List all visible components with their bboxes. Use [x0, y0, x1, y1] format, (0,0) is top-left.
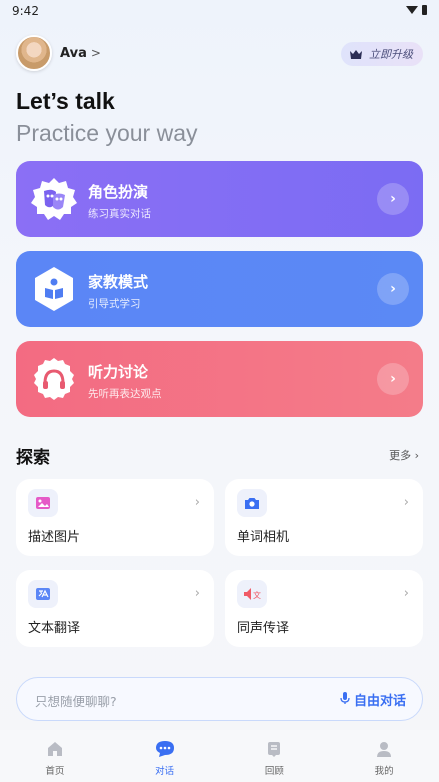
describe-image-card[interactable]: 描述图片 › — [16, 479, 214, 556]
profile-icon — [374, 739, 394, 759]
more-link[interactable]: 更多 › — [389, 447, 419, 463]
chevron-right-icon[interactable]: › — [377, 183, 409, 215]
battery-icon — [422, 5, 427, 15]
review-icon — [264, 739, 284, 759]
tutor-mode-title: 家教模式 — [88, 273, 149, 291]
tab-review-label: 回顾 — [264, 766, 284, 777]
chevron-right-icon[interactable]: › — [377, 273, 409, 305]
theater-masks-icon — [30, 175, 78, 223]
profile-link[interactable]: Ava > — [16, 35, 101, 71]
chevron-right-icon: › — [403, 586, 409, 601]
status-time: 9:42 — [12, 4, 39, 18]
listening-subtitle: 先听再表达观点 — [88, 388, 162, 400]
upgrade-button[interactable]: 立即升级 — [341, 42, 423, 66]
text-translate-label: 文本翻译 — [28, 621, 81, 636]
avatar[interactable] — [16, 35, 52, 71]
tutor-mode-card[interactable]: 家教模式 引导式学习 › — [16, 251, 423, 327]
text-translate-card[interactable]: 文本翻译 › — [16, 570, 214, 647]
chevron-right-icon: › — [403, 495, 409, 510]
listening-title: 听力讨论 — [88, 363, 149, 381]
speaker-translate-icon: 文 — [237, 580, 267, 608]
listening-discussion-card[interactable]: 听力讨论 先听再表达观点 › — [16, 341, 423, 417]
chevron-right-icon: › — [194, 586, 200, 601]
tab-profile[interactable]: 我的 — [329, 730, 439, 782]
headphones-icon — [30, 355, 78, 403]
translate-icon — [28, 580, 58, 608]
crown-icon — [349, 49, 363, 60]
chevron-right-icon: > — [90, 46, 101, 60]
role-play-title: 角色扮演 — [88, 183, 149, 201]
free-chat-bar[interactable]: 只想随便聊聊? 自由对话 — [16, 677, 423, 721]
bottom-tab-bar: 首页 对话 回顾 我的 — [0, 730, 439, 782]
free-chat-label: 自由对话 — [353, 694, 406, 709]
word-camera-card[interactable]: 单词相机 › — [225, 479, 423, 556]
status-bar: 9:42 — [0, 0, 439, 22]
page-subtitle: Practice your way — [16, 120, 198, 146]
chat-placeholder[interactable]: 只想随便聊聊? — [35, 691, 117, 710]
microphone-icon — [340, 690, 350, 709]
home-icon — [45, 739, 65, 759]
tab-review[interactable]: 回顾 — [220, 730, 330, 782]
simultaneous-interpretation-label: 同声传译 — [237, 621, 290, 636]
tab-home[interactable]: 首页 — [0, 730, 110, 782]
camera-icon — [237, 489, 267, 517]
profile-name: Ava — [60, 45, 87, 61]
tab-home-label: 首页 — [45, 766, 65, 777]
svg-text:文: 文 — [253, 590, 261, 600]
role-play-card[interactable]: 角色扮演 练习真实对话 › — [16, 161, 423, 237]
simultaneous-interpretation-card[interactable]: 文 同声传译 › — [225, 570, 423, 647]
status-icons — [406, 5, 427, 15]
image-icon — [28, 489, 58, 517]
page-title: Let’s talk — [16, 88, 115, 114]
chat-icon — [155, 739, 175, 759]
chevron-right-icon[interactable]: › — [377, 363, 409, 395]
tab-chat[interactable]: 对话 — [110, 730, 220, 782]
role-play-subtitle: 练习真实对话 — [88, 208, 151, 220]
chevron-right-icon: › — [194, 495, 200, 510]
free-chat-button[interactable]: 自由对话 — [340, 690, 406, 709]
tab-profile-label: 我的 — [374, 766, 394, 777]
upgrade-label: 立即升级 — [369, 48, 413, 61]
tab-chat-label: 对话 — [155, 766, 175, 777]
wifi-icon — [406, 6, 418, 14]
explore-heading: 探索 — [16, 448, 50, 468]
tutor-mode-subtitle: 引导式学习 — [88, 298, 141, 310]
describe-image-label: 描述图片 — [28, 530, 81, 545]
book-reader-icon — [30, 265, 78, 313]
word-camera-label: 单词相机 — [237, 530, 290, 545]
